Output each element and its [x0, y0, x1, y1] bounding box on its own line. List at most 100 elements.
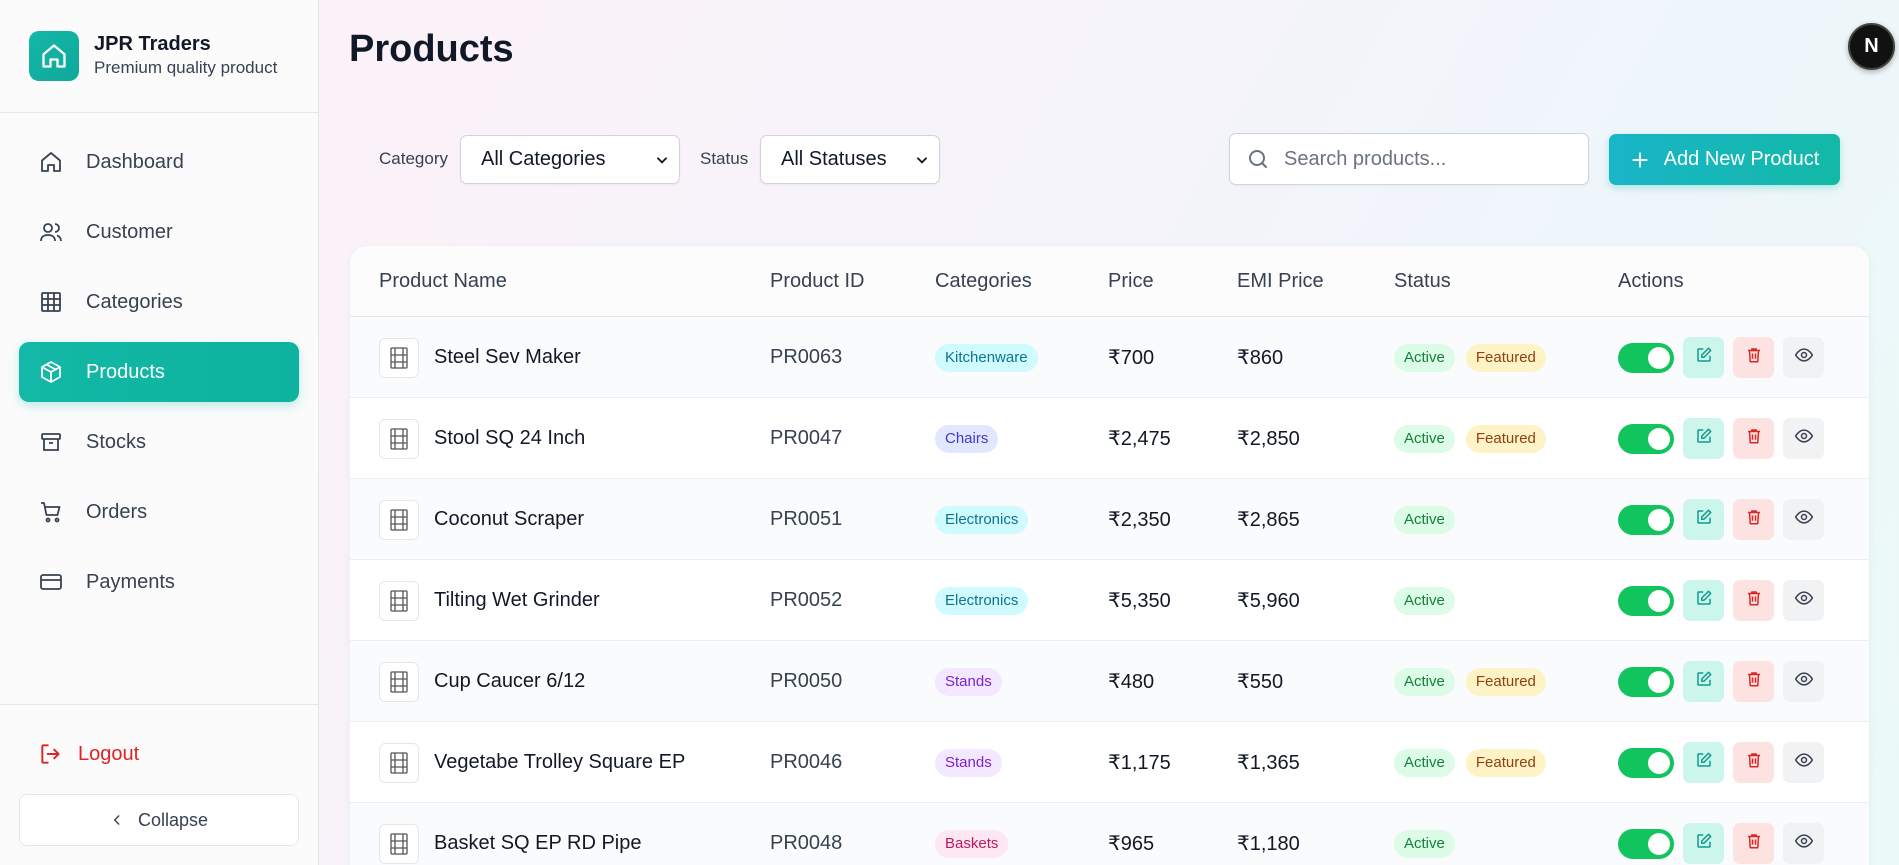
delete-button[interactable] [1733, 418, 1774, 459]
product-name-cell: Steel Sev Maker [379, 317, 581, 398]
product-name-cell: Basket SQ EP RD Pipe [379, 803, 642, 865]
sidebar-item-categories[interactable]: Categories [19, 272, 299, 332]
price: ₹2,350 [1108, 509, 1171, 531]
trash-icon [1745, 427, 1763, 451]
edit-icon [1695, 670, 1713, 694]
actions-cell [1618, 317, 1833, 398]
home-icon [29, 31, 79, 81]
collapse-button[interactable]: Collapse [19, 794, 299, 846]
edit-icon [1695, 589, 1713, 613]
view-button[interactable] [1783, 580, 1824, 621]
active-toggle[interactable] [1618, 342, 1674, 373]
delete-button[interactable] [1733, 580, 1774, 621]
emi-price: ₹2,850 [1237, 428, 1300, 450]
category-select[interactable]: All Categories [460, 135, 680, 184]
view-button[interactable] [1783, 661, 1824, 702]
edit-button[interactable] [1683, 337, 1724, 378]
product-id: PR0048 [770, 832, 843, 854]
delete-button[interactable] [1733, 337, 1774, 378]
emi-price: ₹2,865 [1237, 509, 1300, 531]
view-button[interactable] [1783, 499, 1824, 540]
active-toggle[interactable] [1618, 828, 1674, 859]
category-cell: Electronics [935, 560, 1029, 641]
avatar[interactable]: N [1848, 23, 1895, 70]
add-product-label: Add New Product [1663, 148, 1820, 170]
view-button[interactable] [1783, 418, 1824, 459]
emi-price: ₹550 [1237, 671, 1284, 693]
logout-button[interactable]: Logout [38, 741, 139, 767]
category-badge: Kitchenware [935, 343, 1038, 372]
actions-cell [1618, 398, 1833, 479]
plus-icon [1630, 150, 1650, 170]
category-badge: Baskets [935, 829, 1009, 858]
emi-price: ₹5,960 [1237, 590, 1300, 612]
product-id: PR0050 [770, 670, 843, 692]
collapse-label: Collapse [137, 809, 209, 830]
search-input[interactable] [1284, 147, 1554, 171]
edit-button[interactable] [1683, 580, 1724, 621]
brand-subtitle: Premium quality product [94, 58, 278, 77]
edit-button[interactable] [1683, 823, 1724, 864]
emi-price: ₹1,180 [1237, 833, 1300, 855]
view-button[interactable] [1783, 742, 1824, 783]
active-toggle[interactable] [1618, 747, 1674, 778]
add-product-button[interactable]: Add New Product [1609, 134, 1840, 185]
sidebar-item-products[interactable]: Products [19, 342, 299, 402]
chevron-down-icon [915, 153, 929, 167]
status-select[interactable]: All Statuses [760, 135, 940, 184]
delete-button[interactable] [1733, 661, 1774, 702]
edit-button[interactable] [1683, 418, 1724, 459]
table-body: Steel Sev Maker PR0063 Kitchenware ₹700 … [350, 317, 1869, 865]
active-toggle[interactable] [1618, 666, 1674, 697]
table-row: Stool SQ 24 Inch PR0047 Chairs ₹2,475 ₹2… [350, 398, 1869, 479]
sidebar-item-customer[interactable]: Customer [19, 202, 299, 262]
eye-icon [1794, 507, 1814, 533]
category-cell: Chairs [935, 398, 999, 479]
category-badge: Electronics [935, 586, 1029, 615]
status-cell: Active Featured [1394, 641, 1546, 722]
product-name-cell: Coconut Scraper [379, 479, 584, 560]
price: ₹480 [1108, 671, 1155, 693]
edit-button[interactable] [1683, 661, 1724, 702]
sidebar-item-orders[interactable]: Orders [19, 482, 299, 542]
products-table: Product Name Product ID Categories Price… [349, 245, 1870, 865]
status-select-value: All Statuses [781, 148, 887, 170]
sidebar-item-stocks[interactable]: Stocks [19, 412, 299, 472]
product-name: Tilting Wet Grinder [434, 589, 600, 611]
active-toggle[interactable] [1618, 504, 1674, 535]
sidebar-item-label: Dashboard [86, 150, 184, 173]
featured-badge: Featured [1465, 748, 1546, 777]
product-name-cell: Cup Caucer 6/12 [379, 641, 585, 722]
column-header: Product ID [770, 270, 865, 292]
price: ₹700 [1108, 347, 1155, 369]
table-row: Coconut Scraper PR0051 Electronics ₹2,35… [350, 479, 1869, 560]
toggle-knob [1648, 346, 1670, 369]
product-name: Basket SQ EP RD Pipe [434, 832, 642, 854]
view-button[interactable] [1783, 823, 1824, 864]
trash-icon [1745, 670, 1763, 694]
sidebar-item-payments[interactable]: Payments [19, 552, 299, 612]
price: ₹965 [1108, 833, 1155, 855]
delete-button[interactable] [1733, 742, 1774, 783]
brand-title: JPR Traders [94, 33, 211, 55]
active-toggle[interactable] [1618, 423, 1674, 454]
edit-button[interactable] [1683, 742, 1724, 783]
edit-icon [1695, 508, 1713, 532]
active-toggle[interactable] [1618, 585, 1674, 616]
toggle-knob [1648, 751, 1670, 774]
chevron-down-icon [655, 153, 669, 167]
sidebar-item-dashboard[interactable]: Dashboard [19, 132, 299, 192]
status-cell: Active Featured [1394, 317, 1546, 398]
eye-icon [1794, 345, 1814, 371]
delete-button[interactable] [1733, 499, 1774, 540]
status-cell: Active Featured [1394, 722, 1546, 803]
featured-badge: Featured [1465, 424, 1546, 453]
delete-button[interactable] [1733, 823, 1774, 864]
actions-cell [1618, 560, 1833, 641]
edit-button[interactable] [1683, 499, 1724, 540]
status-cell: Active Featured [1394, 398, 1546, 479]
actions-cell [1618, 722, 1833, 803]
status-badge: Active [1394, 505, 1455, 534]
view-button[interactable] [1783, 337, 1824, 378]
category-filter-label: Category [379, 149, 448, 168]
